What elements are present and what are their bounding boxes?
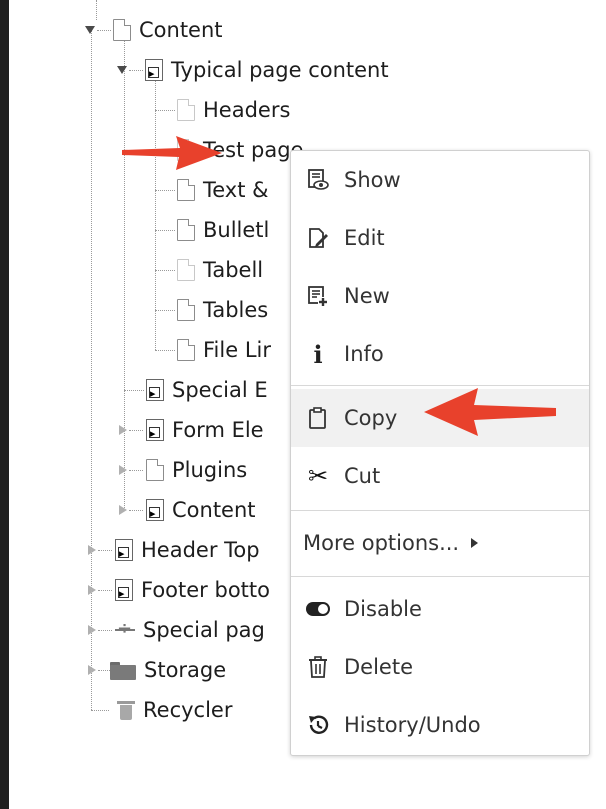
tree-item-label: Bulletl — [203, 218, 270, 242]
tree-item-label: Text & — [203, 178, 269, 202]
copy-icon — [304, 404, 332, 432]
shortcut-page-icon — [146, 379, 164, 401]
menu-item-label: Show — [344, 168, 401, 192]
menu-item-label: Disable — [344, 597, 422, 621]
tree-item-content-2[interactable]: Content — [117, 490, 256, 530]
shortcut-page-icon — [145, 59, 163, 81]
tree-item-recycler[interactable]: Recycler — [91, 690, 232, 730]
menu-item-disable[interactable]: Disable — [291, 580, 589, 638]
shortcut-page-icon — [115, 539, 133, 561]
expand-arrow-icon[interactable] — [88, 545, 96, 555]
menu-item-info[interactable]: i Info — [291, 325, 589, 383]
edit-icon — [304, 224, 332, 252]
menu-item-label: Copy — [344, 406, 398, 430]
expand-arrow-icon[interactable] — [88, 665, 96, 675]
tree-item-label: Tables — [203, 298, 269, 322]
menu-item-more-options[interactable]: More options... — [291, 514, 589, 572]
shortcut-page-icon — [115, 579, 133, 601]
tree-item-label: Content — [139, 18, 223, 42]
toggle-icon — [304, 595, 332, 623]
menu-item-edit[interactable]: Edit — [291, 209, 589, 267]
menu-item-label: More options... — [303, 531, 460, 555]
menu-divider — [291, 576, 589, 577]
shortcut-page-icon — [146, 499, 164, 521]
expand-arrow-icon[interactable] — [88, 625, 96, 635]
expand-arrow-icon[interactable] — [88, 585, 96, 595]
page-icon — [113, 19, 131, 41]
info-icon: i — [313, 339, 323, 369]
menu-item-delete[interactable]: Delete — [291, 638, 589, 696]
context-menu: Show Edit New i Info Copy ✂ Cut More opt… — [290, 150, 590, 756]
tree-item-label: Footer botto — [141, 578, 270, 602]
expand-arrow-icon[interactable] — [119, 465, 127, 475]
submenu-arrow-icon — [471, 538, 479, 548]
tree-item-special-elements[interactable]: Special E — [124, 370, 268, 410]
menu-item-label: Delete — [344, 655, 413, 679]
annotation-arrow-icon — [122, 136, 222, 170]
new-icon — [304, 282, 332, 310]
page-icon — [177, 339, 195, 361]
tree-item-header-top[interactable]: Header Top — [86, 530, 260, 570]
menu-item-label: History/Undo — [344, 713, 481, 737]
collapse-arrow-icon[interactable] — [117, 66, 127, 74]
tree-item-footer-bottom[interactable]: Footer botto — [86, 570, 270, 610]
page-icon — [177, 299, 195, 321]
trash-icon — [304, 653, 332, 681]
window-edge — [0, 0, 9, 809]
tree-item-tables[interactable]: Tables — [155, 290, 268, 330]
tree-item-special-pages[interactable]: Special pag — [86, 610, 265, 650]
menu-item-label: Edit — [344, 226, 385, 250]
menu-item-cut[interactable]: ✂ Cut — [291, 447, 589, 505]
tree-item-label: Typical page content — [171, 58, 389, 82]
shortcut-page-icon — [146, 419, 164, 441]
expand-arrow-icon[interactable] — [119, 505, 127, 515]
menu-divider — [291, 510, 589, 511]
history-icon — [304, 711, 332, 739]
menu-item-label: New — [344, 284, 390, 308]
show-icon — [304, 166, 332, 194]
scissors-icon: ✂ — [307, 462, 329, 490]
expand-arrow-icon[interactable] — [119, 425, 127, 435]
tree-item-tabellen[interactable]: Tabell — [155, 250, 263, 290]
page-icon — [177, 99, 195, 121]
tree-item-typical-page-content[interactable]: Typical page content — [117, 50, 389, 90]
tree-item-form-elements[interactable]: Form Ele — [117, 410, 264, 450]
tree-item-file-links[interactable]: File Lir — [155, 330, 271, 370]
tree-item-label: File Lir — [203, 338, 271, 362]
menu-item-history-undo[interactable]: History/Undo — [291, 696, 589, 754]
tree-item-label: Storage — [144, 658, 227, 682]
menu-item-show[interactable]: Show — [291, 151, 589, 209]
tree-item-storage[interactable]: Storage — [86, 650, 226, 690]
menu-item-label: Info — [344, 342, 384, 366]
collapse-arrow-icon[interactable] — [85, 26, 95, 34]
trash-icon — [117, 699, 135, 721]
tree-item-label: Content — [172, 498, 256, 522]
folder-icon — [110, 660, 136, 680]
tree-item-label: Plugins — [172, 458, 248, 482]
tree-item-text[interactable]: Text & — [155, 170, 269, 210]
tree-item-label: Header Top — [141, 538, 260, 562]
tree-item-bulletlists[interactable]: Bulletl — [155, 210, 269, 250]
tree-item-label: Form Ele — [172, 418, 264, 442]
page-icon — [177, 259, 195, 281]
menu-item-new[interactable]: New — [291, 267, 589, 325]
menu-item-label: Cut — [344, 464, 381, 488]
tree-item-label: Special pag — [143, 618, 265, 642]
tree-item-content[interactable]: Content — [85, 10, 223, 50]
tree-item-label: Special E — [172, 378, 268, 402]
page-icon — [177, 219, 195, 241]
page-icon — [146, 459, 164, 481]
annotation-arrow-icon — [424, 388, 556, 436]
tree-item-label: Recycler — [143, 698, 233, 722]
tree-item-label: Headers — [203, 98, 291, 122]
tree-item-headers[interactable]: Headers — [155, 90, 290, 130]
tree-item-label: Tabell — [203, 258, 264, 282]
spacer-icon — [115, 618, 135, 642]
tree-item-plugins[interactable]: Plugins — [117, 450, 247, 490]
page-icon — [177, 179, 195, 201]
